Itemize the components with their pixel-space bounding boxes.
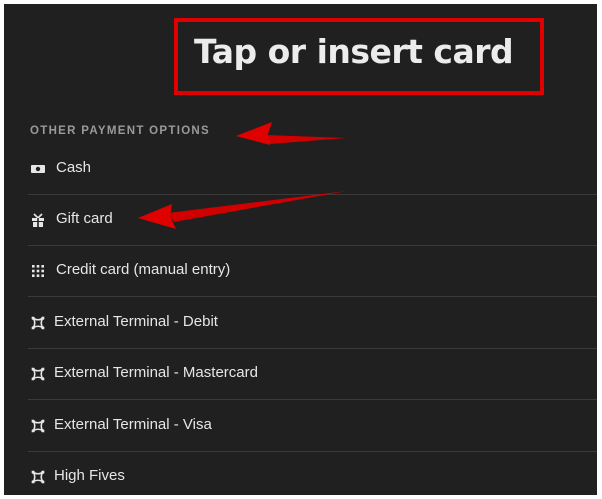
option-label: Gift card — [56, 210, 113, 227]
gift-icon — [32, 213, 44, 227]
option-label: External Terminal - Debit — [54, 313, 218, 330]
option-cash[interactable]: Cash — [28, 144, 597, 195]
keypad-icon — [32, 265, 44, 277]
section-heading: OTHER PAYMENT OPTIONS — [30, 125, 211, 137]
terminal-icon — [31, 316, 45, 330]
option-label: High Fives — [54, 467, 125, 484]
terminal-icon — [31, 470, 45, 484]
page-title: Tap or insert card — [194, 32, 514, 71]
option-gift-card[interactable]: Gift card — [28, 195, 597, 246]
option-high-fives[interactable]: High Fives — [28, 452, 597, 495]
arrow-to-heading — [236, 122, 346, 145]
terminal-icon — [31, 419, 45, 433]
option-external-mastercard[interactable]: External Terminal - Mastercard — [28, 349, 597, 400]
option-label: External Terminal - Mastercard — [54, 364, 258, 381]
payment-screen: Tap or insert card OTHER PAYMENT OPTIONS… — [4, 4, 597, 495]
terminal-icon — [31, 367, 45, 381]
cash-icon — [31, 165, 45, 173]
option-label: Credit card (manual entry) — [56, 261, 231, 278]
option-credit-card-manual[interactable]: Credit card (manual entry) — [28, 246, 597, 297]
option-external-debit[interactable]: External Terminal - Debit — [28, 298, 597, 349]
option-label: External Terminal - Visa — [54, 416, 212, 433]
option-label: Cash — [56, 159, 92, 176]
option-external-visa[interactable]: External Terminal - Visa — [28, 401, 597, 452]
